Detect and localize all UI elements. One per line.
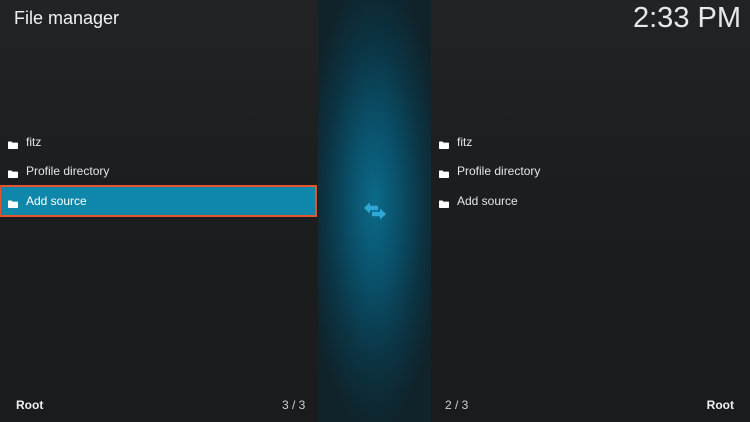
left-file-list: fitz Profile directory Add source bbox=[0, 127, 317, 217]
swap-arrows-icon[interactable] bbox=[362, 201, 388, 221]
clock: 2:33 PM bbox=[633, 2, 741, 34]
folder-icon bbox=[439, 138, 449, 149]
list-item-label: fitz bbox=[457, 134, 473, 149]
list-item-add-source[interactable]: Add source bbox=[431, 186, 750, 216]
right-file-list: fitz Profile directory Add source bbox=[431, 127, 750, 216]
list-item-fitz[interactable]: fitz bbox=[431, 127, 750, 157]
list-item-label: Profile directory bbox=[26, 164, 110, 179]
folder-icon bbox=[439, 197, 449, 208]
list-item-profile-directory[interactable]: Profile directory bbox=[0, 157, 316, 187]
list-item-add-source[interactable]: Add source bbox=[0, 185, 317, 217]
page-title: File manager bbox=[14, 8, 120, 28]
left-path-label: Root bbox=[16, 398, 44, 412]
list-item-label: fitz bbox=[26, 134, 42, 149]
list-item-fitz[interactable]: fitz bbox=[0, 127, 316, 157]
folder-icon bbox=[439, 167, 449, 179]
file-manager-window: File manager 2:33 PM fitz Profile direct… bbox=[0, 0, 750, 422]
folder-icon bbox=[8, 167, 18, 179]
right-path-label: Root bbox=[706, 398, 734, 412]
list-item-profile-directory[interactable]: Profile directory bbox=[431, 157, 750, 187]
folder-icon bbox=[8, 138, 18, 149]
list-item-label: Add source bbox=[26, 193, 87, 208]
list-item-label: Add source bbox=[457, 193, 518, 208]
left-item-count: 3 / 3 bbox=[282, 398, 306, 412]
right-item-count: 2 / 3 bbox=[445, 398, 469, 412]
folder-icon bbox=[8, 197, 18, 208]
list-item-label: Profile directory bbox=[457, 164, 541, 179]
